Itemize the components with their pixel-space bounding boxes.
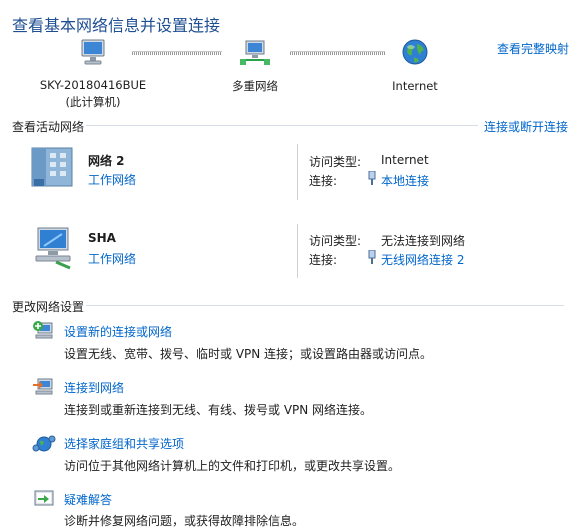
task-homegroup-sharing-desc: 访问位于其他网络计算机上的文件和打印机，或更改共享设置。 xyxy=(64,459,401,473)
map-connector-2 xyxy=(290,51,385,55)
task-troubleshoot-desc: 诊断并修复网络问题，或获得故障排除信息。 xyxy=(64,514,305,528)
globe-icon xyxy=(402,39,428,65)
change-settings-header: 更改网络设置 xyxy=(12,300,85,314)
network-2-access-value: 无法连接到网络 xyxy=(381,234,466,248)
network-2-name: SHA xyxy=(88,231,116,245)
active-networks-divider xyxy=(86,125,478,126)
network-2-icon xyxy=(34,226,76,273)
homegroup-sharing-icon xyxy=(32,435,56,452)
network-2-access-label: 访问类型: xyxy=(309,234,362,248)
task-troubleshoot-link[interactable]: 疑难解答 xyxy=(64,491,112,508)
network-2-divider xyxy=(297,224,298,278)
internet-label: Internet xyxy=(392,79,438,93)
building-network-icon xyxy=(31,147,73,187)
wireless-adapter-icon xyxy=(368,250,376,264)
wireless-computer-icon xyxy=(35,227,71,270)
computer-name: SKY-20180416BUE xyxy=(39,78,147,92)
troubleshoot-icon xyxy=(34,490,54,506)
computer-sub: (此计算机) xyxy=(65,95,121,109)
network-1-name: 网络 2 xyxy=(88,154,125,168)
network-2-connection-label: 连接: xyxy=(309,253,338,267)
network-1-connection-label: 连接: xyxy=(309,174,338,188)
multiple-networks-icon xyxy=(240,40,270,65)
network-1-divider xyxy=(297,144,298,200)
network-1-type-link[interactable]: 工作网络 xyxy=(88,171,136,188)
view-full-map-link[interactable]: 查看完整映射 xyxy=(497,40,569,57)
task-connect-to-network-link[interactable]: 连接到网络 xyxy=(64,379,124,396)
network-2-connection-link[interactable]: 无线网络连接 2 xyxy=(381,251,464,268)
active-networks-header: 查看活动网络 xyxy=(12,120,85,134)
connect-to-network-icon xyxy=(33,378,53,395)
map-computer-node[interactable]: SKY-20180416BUE (此计算机) xyxy=(38,38,148,110)
network-1-connection-link[interactable]: 本地连接 xyxy=(381,172,429,189)
task-setup-new-connection-desc: 设置无线、宽带、拨号、临时或 VPN 连接；或设置路由器或访问点。 xyxy=(64,347,433,361)
change-settings-divider xyxy=(86,305,564,306)
computer-icon xyxy=(81,39,105,65)
connect-disconnect-link[interactable]: 连接或断开连接 xyxy=(484,118,568,135)
network-2-type-link[interactable]: 工作网络 xyxy=(88,250,136,267)
map-connector-1 xyxy=(132,51,222,55)
task-homegroup-sharing-link[interactable]: 选择家庭组和共享选项 xyxy=(64,435,184,452)
map-multiple-networks-node[interactable]: 多重网络 xyxy=(220,38,290,94)
new-connection-icon xyxy=(33,321,53,339)
multiple-networks-label: 多重网络 xyxy=(232,79,278,93)
task-connect-to-network-desc: 连接到或重新连接到无线、有线、拨号或 VPN 网络连接。 xyxy=(64,403,373,417)
network-1-access-label: 访问类型: xyxy=(309,155,362,169)
ethernet-icon xyxy=(368,171,376,185)
map-internet-node[interactable]: Internet xyxy=(382,38,448,93)
network-1-icon xyxy=(30,146,76,191)
page-title: 查看基本网络信息并设置连接 xyxy=(12,16,221,35)
network-1-access-value: Internet xyxy=(381,153,429,167)
task-setup-new-connection-link[interactable]: 设置新的连接或网络 xyxy=(64,323,172,340)
